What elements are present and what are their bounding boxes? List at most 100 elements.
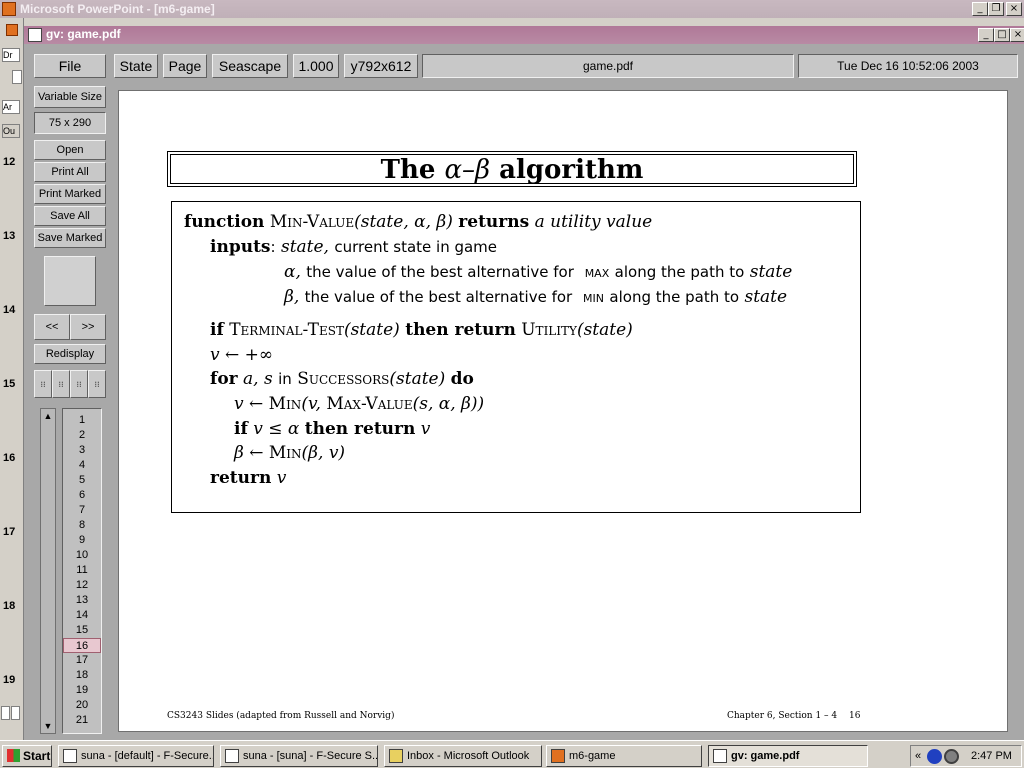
save-marked-button[interactable]: Save Marked [34, 228, 106, 248]
close-icon[interactable]: × [1006, 2, 1022, 16]
page-menu-button[interactable]: Page [163, 54, 207, 78]
algo-line-signature: function Min-Value(state, α, β) returns … [184, 212, 653, 232]
page-list-item[interactable]: 18 [63, 668, 101, 683]
page-list-item[interactable]: 1 [63, 413, 101, 428]
gv-minimize-icon[interactable]: _ [978, 28, 994, 42]
ppt-outline-view-icon[interactable] [11, 706, 20, 720]
taskbar-item[interactable]: m6-game [546, 745, 702, 767]
algo-line-terminal-test: if Terminal-Test(state) then return Util… [210, 320, 633, 340]
volume-icon[interactable] [944, 749, 959, 764]
ppt-slide-number[interactable]: 18 [3, 600, 15, 612]
page-list-item[interactable]: 11 [63, 563, 101, 578]
taskbar-item-label: Inbox - Microsoft Outlook [407, 750, 530, 762]
taskbar-item-label: suna - [default] - F-Secure... [81, 750, 214, 762]
prev-page-button[interactable]: << [34, 314, 70, 340]
ppt-slide-number[interactable]: 17 [3, 526, 15, 538]
date-display: Tue Dec 16 10:52:06 2003 [798, 54, 1018, 78]
ppt-slide-number[interactable]: 16 [3, 452, 15, 464]
mark-current-icon[interactable]: ⁝⁝ [34, 370, 52, 398]
page-list-item[interactable]: 7 [63, 503, 101, 518]
media-menu-button[interactable]: y792x612 [344, 54, 418, 78]
algo-line-alpha: α, the value of the best alternative for… [284, 262, 793, 282]
page-list-item[interactable]: 3 [63, 443, 101, 458]
ppt-slide-number[interactable]: 19 [3, 674, 15, 686]
powerpoint-icon [2, 2, 16, 16]
restore-icon[interactable]: ❐ [988, 2, 1004, 16]
ppt-draw-label[interactable]: Dr [2, 48, 20, 62]
page-list-item[interactable]: 15 [63, 623, 101, 638]
ppt-slide-number[interactable]: 15 [3, 378, 15, 390]
page-list-item[interactable]: 13 [63, 593, 101, 608]
page-list-item[interactable]: 9 [63, 533, 101, 548]
slide-footer-chapter: Chapter 6, Section 1 – 4 [727, 711, 838, 721]
mark-odd-icon[interactable]: ⁝⁝ [70, 370, 88, 398]
taskbar-item-label: gv: game.pdf [731, 750, 800, 762]
algo-line-init: v ← +∞ [210, 345, 274, 365]
fsecure-icon [225, 749, 239, 763]
page-list-item[interactable]: 16 [63, 638, 101, 653]
unmark-icon[interactable]: ⁝⁝ [88, 370, 106, 398]
page-list-scrollbar[interactable]: ▲ ▼ [40, 408, 56, 734]
orientation-menu-button[interactable]: Seascape [212, 54, 288, 78]
page-list-item[interactable]: 20 [63, 698, 101, 713]
scale-menu-button[interactable]: 1.000 [293, 54, 339, 78]
page-list-item[interactable]: 2 [63, 428, 101, 443]
ppt-outline-tab[interactable]: Ou [2, 124, 20, 138]
page-list-item[interactable]: 6 [63, 488, 101, 503]
start-button[interactable]: Start [2, 745, 52, 767]
document-page[interactable]: The α–β algorithm function Min-Value(sta… [118, 90, 1008, 732]
page-list-item[interactable]: 12 [63, 578, 101, 593]
page-list-item[interactable]: 8 [63, 518, 101, 533]
next-page-button[interactable]: >> [70, 314, 106, 340]
start-label: Start [23, 749, 51, 763]
page-list-item[interactable]: 19 [63, 683, 101, 698]
page-list-item[interactable]: 14 [63, 608, 101, 623]
print-marked-button[interactable]: Print Marked [34, 184, 106, 204]
mark-even-icon[interactable]: ⁝⁝ [52, 370, 70, 398]
page-list-item[interactable]: 21 [63, 713, 101, 728]
ppt-slide-number[interactable]: 14 [3, 304, 15, 316]
ppt-outline-strip: Dr Ar Ou 12 13 14 15 16 17 18 19 [0, 18, 24, 740]
slide-footer-left: CS3243 Slides (adapted from Russell and … [167, 711, 395, 721]
variable-size-button[interactable]: Variable Size [34, 86, 106, 108]
scroll-down-icon[interactable]: ▼ [42, 720, 54, 732]
algo-line-prune: if v ≤ α then return v [234, 419, 431, 439]
tray-expand-icon[interactable]: « [915, 746, 921, 766]
page-list-item[interactable]: 5 [63, 473, 101, 488]
ppt-slide-number[interactable]: 12 [3, 156, 15, 168]
algo-line-for: for a, s in Successors(state) do [210, 369, 474, 389]
taskbar-item[interactable]: Inbox - Microsoft Outlook [384, 745, 542, 767]
ppt-font-label[interactable]: Ar [2, 100, 20, 114]
gv-close-icon[interactable]: × [1010, 28, 1024, 42]
fsecure-icon [63, 749, 77, 763]
print-all-button[interactable]: Print All [34, 162, 106, 182]
gv-icon [28, 28, 42, 42]
page-list-item[interactable]: 4 [63, 458, 101, 473]
ppt-new-icon[interactable] [12, 70, 22, 84]
page-list-item[interactable]: 17 [63, 653, 101, 668]
scroll-up-icon[interactable]: ▲ [42, 410, 54, 422]
taskbar-item[interactable]: suna - [suna] - F-Secure S... [220, 745, 378, 767]
algorithm-box: function Min-Value(state, α, β) returns … [171, 201, 861, 513]
page-list-item[interactable]: 10 [63, 548, 101, 563]
state-menu-button[interactable]: State [114, 54, 158, 78]
clock[interactable]: 2:47 PM [971, 746, 1012, 766]
ppt-window-title: Microsoft PowerPoint - [m6-game] [20, 2, 215, 16]
redisplay-button[interactable]: Redisplay [34, 344, 106, 364]
file-menu-button[interactable]: File [34, 54, 106, 78]
taskbar-item[interactable]: suna - [default] - F-Secure... [58, 745, 214, 767]
open-button[interactable]: Open [34, 140, 106, 160]
algo-line-update-v: v ← Min(v, Max-Value(s, α, β)) [234, 394, 485, 414]
minimize-icon[interactable]: _ [972, 2, 988, 16]
network-icon[interactable] [927, 749, 942, 764]
taskbar-item-active[interactable]: gv: game.pdf [708, 745, 868, 767]
ppt-slide-number[interactable]: 13 [3, 230, 15, 242]
slide-title: The α–β algorithm [170, 154, 854, 185]
page-list[interactable]: 1 2 3 4 5 6 7 8 9 10 11 12 13 14 15 16 17 18 19 20 21 [62, 408, 102, 734]
windows-logo-icon [7, 749, 20, 762]
ppt-normal-view-icon[interactable] [1, 706, 10, 720]
panner-area[interactable] [44, 256, 96, 306]
save-all-button[interactable]: Save All [34, 206, 106, 226]
gv-icon [713, 749, 727, 763]
gv-maximize-icon[interactable]: □ [994, 28, 1010, 42]
